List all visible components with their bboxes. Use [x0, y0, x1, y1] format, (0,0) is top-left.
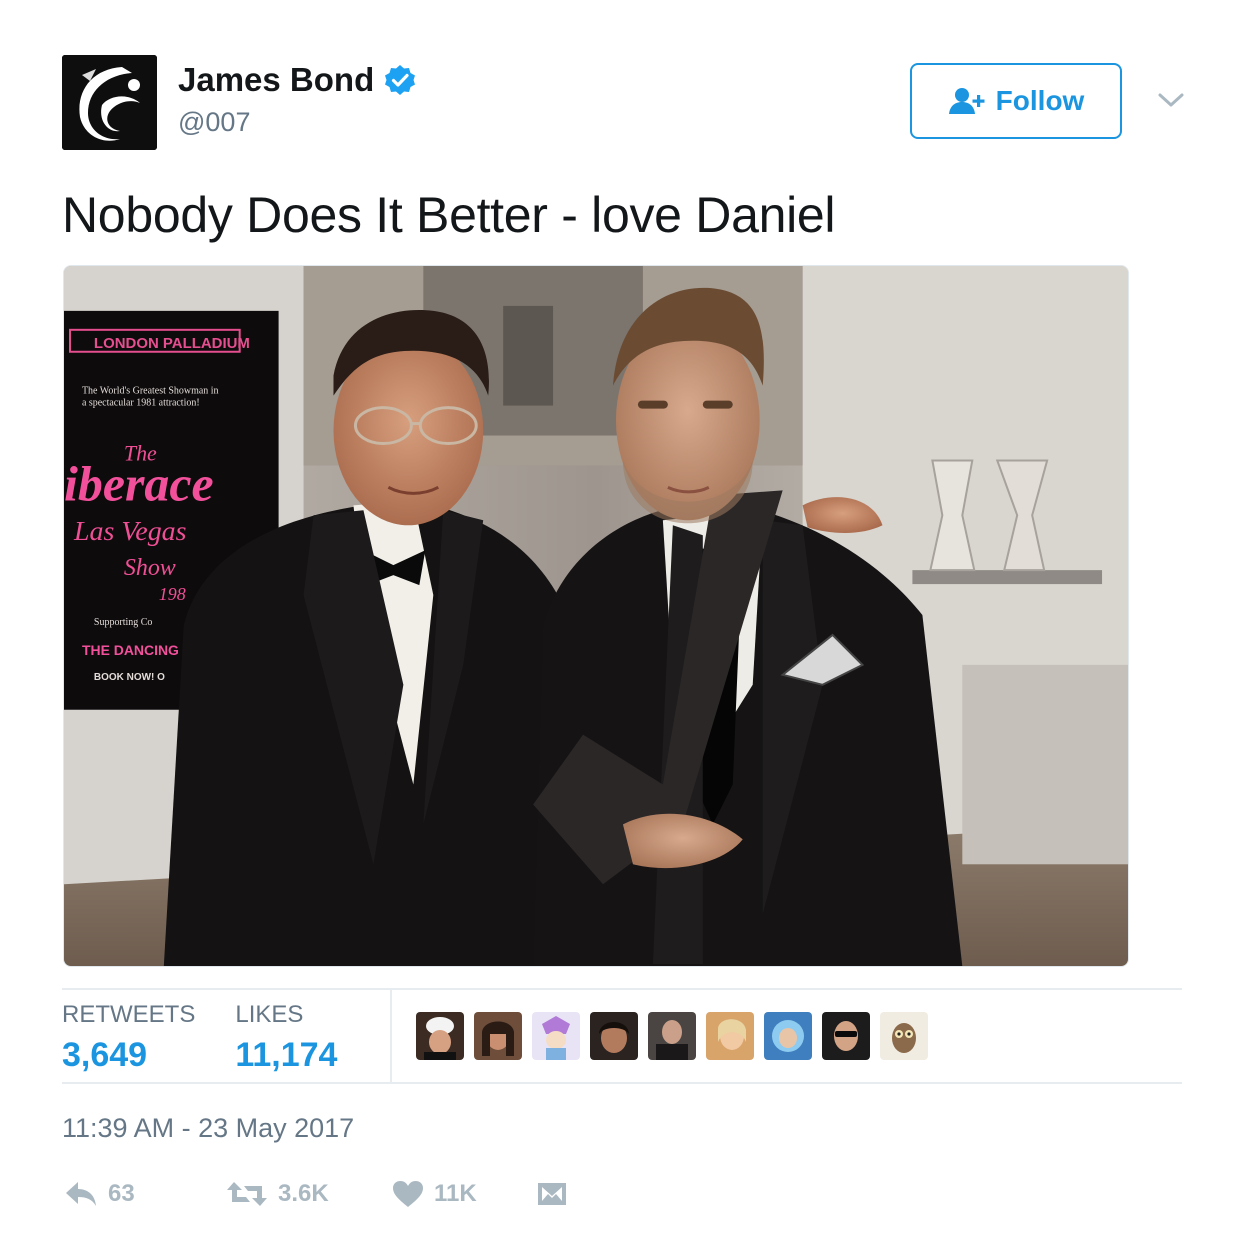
photo-scene: LONDON PALLADIUM The World's Greatest Sh…	[64, 266, 1128, 966]
author-handle[interactable]: @007	[178, 104, 250, 140]
retweet-button[interactable]: 3.6K	[226, 1180, 378, 1208]
likes-label: LIKES	[235, 1001, 304, 1028]
poster-line-11: BOOK NOW! O	[94, 672, 165, 683]
liker-avatar[interactable]	[706, 1012, 754, 1060]
like-button[interactable]: 11K	[392, 1180, 532, 1208]
add-user-icon	[948, 88, 985, 114]
poster-line-1: LONDON PALLADIUM	[94, 335, 250, 352]
liker-avatar[interactable]	[416, 1012, 464, 1060]
author-name-row[interactable]: James Bond	[178, 58, 416, 102]
tweet-photo[interactable]: LONDON PALLADIUM The World's Greatest Sh…	[63, 265, 1129, 967]
poster-line-9: Supporting Co	[94, 617, 152, 628]
retweets-stat[interactable]: RETWEETS 3,649	[62, 990, 195, 1082]
direct-message-icon	[538, 1183, 566, 1205]
liker-avatar[interactable]	[474, 1012, 522, 1060]
stats-bottom-divider	[62, 1082, 1182, 1084]
reply-button[interactable]: 63	[64, 1180, 214, 1208]
retweet-icon	[227, 1182, 267, 1206]
stats-separator	[390, 990, 392, 1082]
like-count: 11K	[434, 1180, 477, 1207]
follow-button-label: Follow	[995, 85, 1085, 116]
reply-count: 63	[108, 1180, 135, 1207]
retweet-count: 3.6K	[278, 1180, 329, 1207]
poster-line-10: THE DANCING	[82, 642, 179, 658]
verified-badge-icon	[385, 65, 416, 95]
tweet-stats: RETWEETS 3,649 LIKES 11,174	[62, 990, 377, 1082]
poster-line-5: iberace	[64, 456, 214, 511]
poster-line-6: Las Vegas	[73, 516, 187, 547]
tweet-actions: 63 3.6K 11K	[62, 1172, 568, 1216]
poster-line-2: The World's Greatest Showman in	[82, 386, 219, 397]
likes-stat[interactable]: LIKES 11,174	[235, 990, 337, 1082]
reply-icon	[66, 1182, 96, 1206]
chevron-down-icon[interactable]	[1155, 86, 1187, 114]
liker-avatar[interactable]	[880, 1012, 928, 1060]
liker-avatar[interactable]	[764, 1012, 812, 1060]
poster-line-3: a spectacular 1981 attraction!	[82, 398, 200, 409]
likes-value: 11,174	[235, 1036, 338, 1074]
liker-avatar[interactable]	[532, 1012, 580, 1060]
author-avatar[interactable]	[62, 55, 157, 150]
heart-icon	[393, 1181, 423, 1207]
direct-message-button[interactable]	[536, 1180, 568, 1208]
liker-avatar[interactable]	[590, 1012, 638, 1060]
tweet-timestamp[interactable]: 11:39 AM - 23 May 2017	[62, 1110, 354, 1146]
avatar-007-logo-icon	[62, 55, 157, 150]
liker-avatar[interactable]	[822, 1012, 870, 1060]
liker-avatar[interactable]	[648, 1012, 696, 1060]
tweet-text: Nobody Does It Better - love Daniel	[62, 187, 836, 243]
poster-line-8: 198	[159, 584, 186, 604]
retweets-value: 3,649	[62, 1036, 148, 1074]
retweets-label: RETWEETS	[62, 1001, 196, 1028]
author-display-name[interactable]: James Bond	[178, 58, 374, 102]
likers-avatars	[416, 1012, 928, 1060]
poster-line-7: Show	[124, 555, 176, 581]
follow-button[interactable]: Follow	[910, 63, 1122, 139]
